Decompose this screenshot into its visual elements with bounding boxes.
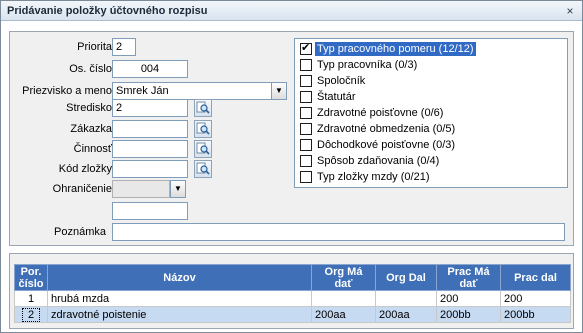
search-lookup-icon [196, 101, 210, 114]
cell-prac-dal: 200 [500, 290, 571, 307]
chevron-down-icon: ▼ [275, 86, 283, 95]
cell-org-dal: 200aa [375, 306, 437, 323]
ohranicenie-dropdown-button[interactable]: ▼ [170, 180, 186, 198]
cell-cislo: 2 [14, 306, 48, 323]
cell-org-ma-dat [311, 290, 376, 307]
poznamka-input[interactable] [112, 223, 565, 241]
checklist-item-zdravotne-poistovne[interactable]: Zdravotné poisťovne (0/6) [298, 105, 564, 121]
checklist-item-zdravotne-obmedzenia[interactable]: Zdravotné obmedzenia (0/5) [298, 121, 564, 137]
checklist-item-label: Zdravotné obmedzenia (0/5) [317, 123, 456, 135]
cell-org-dal [375, 290, 437, 307]
table-row[interactable]: 1 hrubá mzda 200 200 [14, 290, 571, 307]
checklist-item-label: Dôchodkové poisťovne (0/3) [317, 139, 456, 151]
checklist-item-label: Typ pracovného pomeru (12/12) [315, 42, 476, 56]
cell-nazov: hrubá mzda [47, 290, 312, 307]
kod-zlozky-label: Kód zložky [58, 163, 112, 175]
zakazka-label: Zákazka [70, 123, 112, 135]
checklist-item-typ-pracovnika[interactable]: Typ pracovníka (0/3) [298, 57, 564, 73]
grid-header-row: Por. číslo Názov Org Má dať Org Dal Prac… [14, 264, 571, 291]
priorita-label: Priorita [77, 41, 112, 53]
checklist-item-spolocnik[interactable]: Spoločník [298, 73, 564, 89]
checkbox-icon[interactable] [300, 75, 312, 87]
checklist-item-statutar[interactable]: Štatutár [298, 89, 564, 105]
priezvisko-label: Priezvisko a meno [22, 85, 112, 97]
kod-zlozky-input[interactable] [112, 160, 188, 178]
cinnost-input[interactable] [112, 140, 188, 158]
column-header-org-dal[interactable]: Org Dal [375, 264, 437, 291]
checkbox-icon[interactable] [300, 171, 312, 183]
stredisko-label: Stredisko [66, 102, 112, 114]
checklist-item-label: Štatutár [317, 91, 356, 103]
checklist-item-label: Typ zložky mzdy (0/21) [317, 171, 430, 183]
chevron-down-icon: ▼ [174, 184, 182, 193]
os-cislo-label: Os. číslo [69, 63, 112, 75]
checklist-item-label: Typ pracovníka (0/3) [317, 59, 418, 71]
cell-prac-ma-dat: 200bb [436, 306, 501, 323]
checklist-item-typ-pracovneho-pomeru[interactable]: Typ pracovného pomeru (12/12) [298, 41, 564, 57]
column-header-nazov[interactable]: Názov [47, 264, 312, 291]
checkbox-icon[interactable] [300, 139, 312, 151]
close-icon[interactable]: × [562, 3, 578, 19]
priezvisko-select[interactable]: Smrek Ján [112, 82, 272, 100]
zakazka-input[interactable] [112, 120, 188, 138]
os-cislo-input[interactable]: 004 [112, 60, 188, 78]
ohranicenie-select[interactable] [112, 180, 170, 198]
stredisko-lookup-button[interactable] [194, 99, 212, 117]
checklist-item-dochodkove-poistovne[interactable]: Dôchodkové poisťovne (0/3) [298, 137, 564, 153]
form-panel: Priorita 2 Os. číslo 004 Priezvisko a me… [9, 31, 574, 246]
checklist-item-sposob-zdanovania[interactable]: Spôsob zdaňovania (0/4) [298, 153, 564, 169]
cell-nazov: zdravotné poistenie [47, 306, 312, 323]
poznamka-label: Poznámka [54, 226, 106, 238]
checklist-item-typ-zlozky-mzdy[interactable]: Typ zložky mzdy (0/21) [298, 169, 564, 185]
window-title: Pridávanie položky účtovného rozpisu [7, 5, 208, 17]
cinnost-lookup-button[interactable] [194, 140, 212, 158]
checkbox-icon[interactable] [300, 59, 312, 71]
column-header-por-cislo[interactable]: Por. číslo [14, 264, 48, 291]
cell-prac-dal: 200bb [500, 306, 571, 323]
checkbox-icon[interactable] [300, 91, 312, 103]
checklist-item-label: Spoločník [317, 75, 366, 87]
checklist-item-label: Zdravotné poisťovne (0/6) [317, 107, 444, 119]
search-lookup-icon [196, 122, 210, 135]
cell-cislo: 1 [14, 290, 48, 307]
checkbox-icon[interactable] [300, 107, 312, 119]
kod-zlozky-lookup-button[interactable] [194, 160, 212, 178]
dialog-window: Pridávanie položky účtovného rozpisu × P… [0, 0, 583, 333]
checklist-item-label: Spôsob zdaňovania (0/4) [317, 155, 440, 167]
column-header-prac-ma-dat[interactable]: Prac Má dať [436, 264, 501, 291]
extra-input[interactable] [112, 202, 188, 220]
column-header-org-ma-dat[interactable]: Org Má dať [311, 264, 376, 291]
filter-checklist: Typ pracovného pomeru (12/12) Typ pracov… [294, 38, 568, 188]
priorita-input[interactable]: 2 [112, 38, 136, 56]
focused-cell-text: 2 [21, 307, 41, 322]
column-header-prac-dal[interactable]: Prac dal [500, 264, 571, 291]
items-grid-panel: Por. číslo Názov Org Má dať Org Dal Prac… [9, 253, 574, 329]
search-lookup-icon [196, 142, 210, 155]
stredisko-input[interactable]: 2 [112, 99, 188, 117]
cinnost-label: Činnosť [73, 143, 112, 155]
checkbox-checked-icon[interactable] [300, 41, 312, 55]
title-bar[interactable]: Pridávanie položky účtovného rozpisu × [1, 1, 582, 21]
cell-org-ma-dat: 200aa [311, 306, 376, 323]
table-row-selected[interactable]: 2 zdravotné poistenie 200aa 200aa 200bb … [14, 306, 571, 323]
zakazka-lookup-button[interactable] [194, 120, 212, 138]
priezvisko-dropdown-button[interactable]: ▼ [271, 82, 287, 100]
items-grid: Por. číslo Názov Org Má dať Org Dal Prac… [14, 264, 571, 323]
cell-prac-ma-dat: 200 [436, 290, 501, 307]
search-lookup-icon [196, 162, 210, 175]
checkbox-icon[interactable] [300, 123, 312, 135]
checkbox-icon[interactable] [300, 155, 312, 167]
ohranicenie-label: Ohraničenie [52, 183, 112, 195]
